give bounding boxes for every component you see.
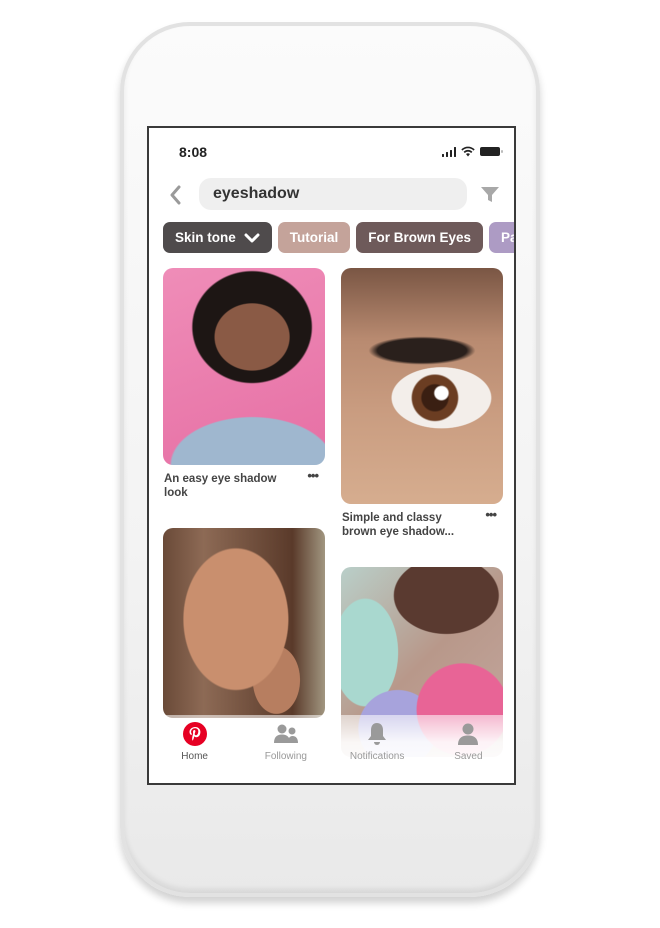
signal-icon bbox=[441, 146, 456, 157]
pin-image[interactable] bbox=[163, 268, 325, 465]
search-field[interactable] bbox=[199, 178, 467, 210]
wifi-icon bbox=[461, 146, 475, 157]
tab-label: Following bbox=[264, 751, 307, 762]
filter-chips: Skin tone Tutorial For Brown Eyes Pale bbox=[163, 222, 516, 253]
tab-label: Notifications bbox=[349, 751, 405, 762]
tab-label: Saved bbox=[454, 751, 483, 762]
chevron-left-icon bbox=[170, 185, 181, 205]
tab-following[interactable]: Following bbox=[246, 721, 326, 762]
tab-label: Home bbox=[181, 751, 208, 762]
chip-skin-tone[interactable]: Skin tone bbox=[163, 222, 272, 253]
search-input[interactable] bbox=[213, 185, 467, 203]
bottom-tab-bar: Home Following Notifications Saved bbox=[149, 715, 514, 783]
chip-for-brown-eyes[interactable]: For Brown Eyes bbox=[356, 222, 484, 253]
more-options-icon[interactable]: ••• bbox=[485, 508, 497, 539]
chip-label: Pale bbox=[501, 230, 516, 245]
tab-saved[interactable]: Saved bbox=[428, 721, 508, 762]
chip-label: Skin tone bbox=[175, 230, 236, 245]
chevron-down-icon bbox=[244, 232, 260, 244]
search-row bbox=[149, 178, 514, 212]
chip-label: Tutorial bbox=[289, 230, 339, 245]
filter-icon bbox=[481, 187, 499, 202]
pin-card[interactable] bbox=[163, 528, 325, 718]
chip-pale[interactable]: Pale bbox=[489, 222, 516, 253]
pinterest-logo-icon bbox=[182, 721, 208, 747]
pin-caption: Simple and classy brown eye shadow... bbox=[342, 512, 455, 538]
filter-button[interactable] bbox=[480, 184, 500, 204]
more-options-icon[interactable]: ••• bbox=[307, 469, 319, 500]
battery-icon bbox=[480, 147, 503, 156]
phone-screen: 8:08 Skin t bbox=[147, 126, 516, 785]
status-icons bbox=[441, 146, 503, 157]
tab-notifications[interactable]: Notifications bbox=[337, 721, 417, 762]
people-icon bbox=[273, 721, 299, 747]
tab-home[interactable]: Home bbox=[155, 721, 235, 762]
status-time: 8:08 bbox=[179, 144, 208, 160]
chip-tutorial[interactable]: Tutorial bbox=[277, 222, 351, 253]
bell-icon bbox=[364, 721, 390, 747]
pin-caption: An easy eye shadow look bbox=[164, 473, 277, 499]
status-bar: 8:08 bbox=[149, 128, 514, 172]
back-button[interactable] bbox=[163, 182, 187, 208]
pin-image[interactable] bbox=[163, 528, 325, 718]
person-icon bbox=[455, 721, 481, 747]
pin-card[interactable]: An easy eye shadow look ••• bbox=[163, 268, 325, 500]
pin-card[interactable]: Simple and classy brown eye shadow... ••… bbox=[341, 268, 503, 539]
chip-label: For Brown Eyes bbox=[368, 230, 472, 245]
pin-image[interactable] bbox=[341, 268, 503, 504]
